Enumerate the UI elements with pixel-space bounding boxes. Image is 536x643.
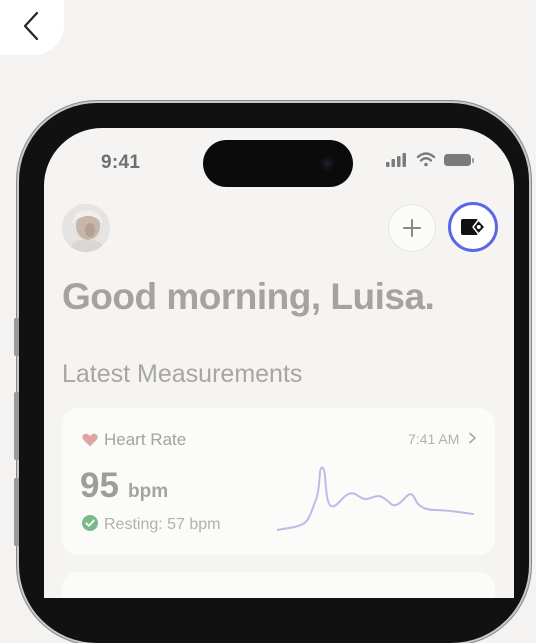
heart-icon xyxy=(82,433,98,447)
chevron-left-icon xyxy=(23,11,39,40)
wallet-icon xyxy=(461,219,486,235)
heart-rate-value: 95 xyxy=(80,466,119,505)
heart-rate-card[interactable]: Heart Rate 7:41 AM 95 bpm Resting: 57 bp… xyxy=(62,408,495,555)
resting-rate: Resting: 57 bpm xyxy=(104,516,221,533)
card-timestamp: 7:41 AM xyxy=(408,431,460,447)
chevron-right-icon xyxy=(469,432,476,444)
wifi-icon xyxy=(416,152,436,167)
user-avatar[interactable] xyxy=(62,204,110,252)
heart-rate-sparkline xyxy=(277,466,474,531)
wallet-button[interactable] xyxy=(448,202,498,252)
add-button[interactable] xyxy=(388,204,436,252)
status-time: 9:41 xyxy=(101,152,141,173)
section-title: Latest Measurements xyxy=(62,360,303,388)
measurement-card[interactable] xyxy=(62,572,495,598)
signal-icon xyxy=(386,153,406,167)
status-icons xyxy=(386,152,474,167)
heart-rate-unit: bpm xyxy=(128,481,169,502)
card-title: Heart Rate xyxy=(104,430,187,449)
battery-icon xyxy=(444,154,474,166)
greeting-title: Good morning, Luisa. xyxy=(62,276,435,317)
dynamic-island xyxy=(203,140,353,187)
check-circle-icon xyxy=(82,515,98,531)
phone-side-button xyxy=(14,392,19,460)
plus-icon xyxy=(403,219,421,237)
avatar-image xyxy=(62,204,110,252)
phone-side-button xyxy=(14,478,19,546)
phone-screen: 9:41 Good morning, Luisa. Latest Measure… xyxy=(44,128,514,598)
back-button[interactable] xyxy=(0,0,64,55)
phone-side-button xyxy=(14,318,19,356)
camera-dot xyxy=(321,157,334,170)
